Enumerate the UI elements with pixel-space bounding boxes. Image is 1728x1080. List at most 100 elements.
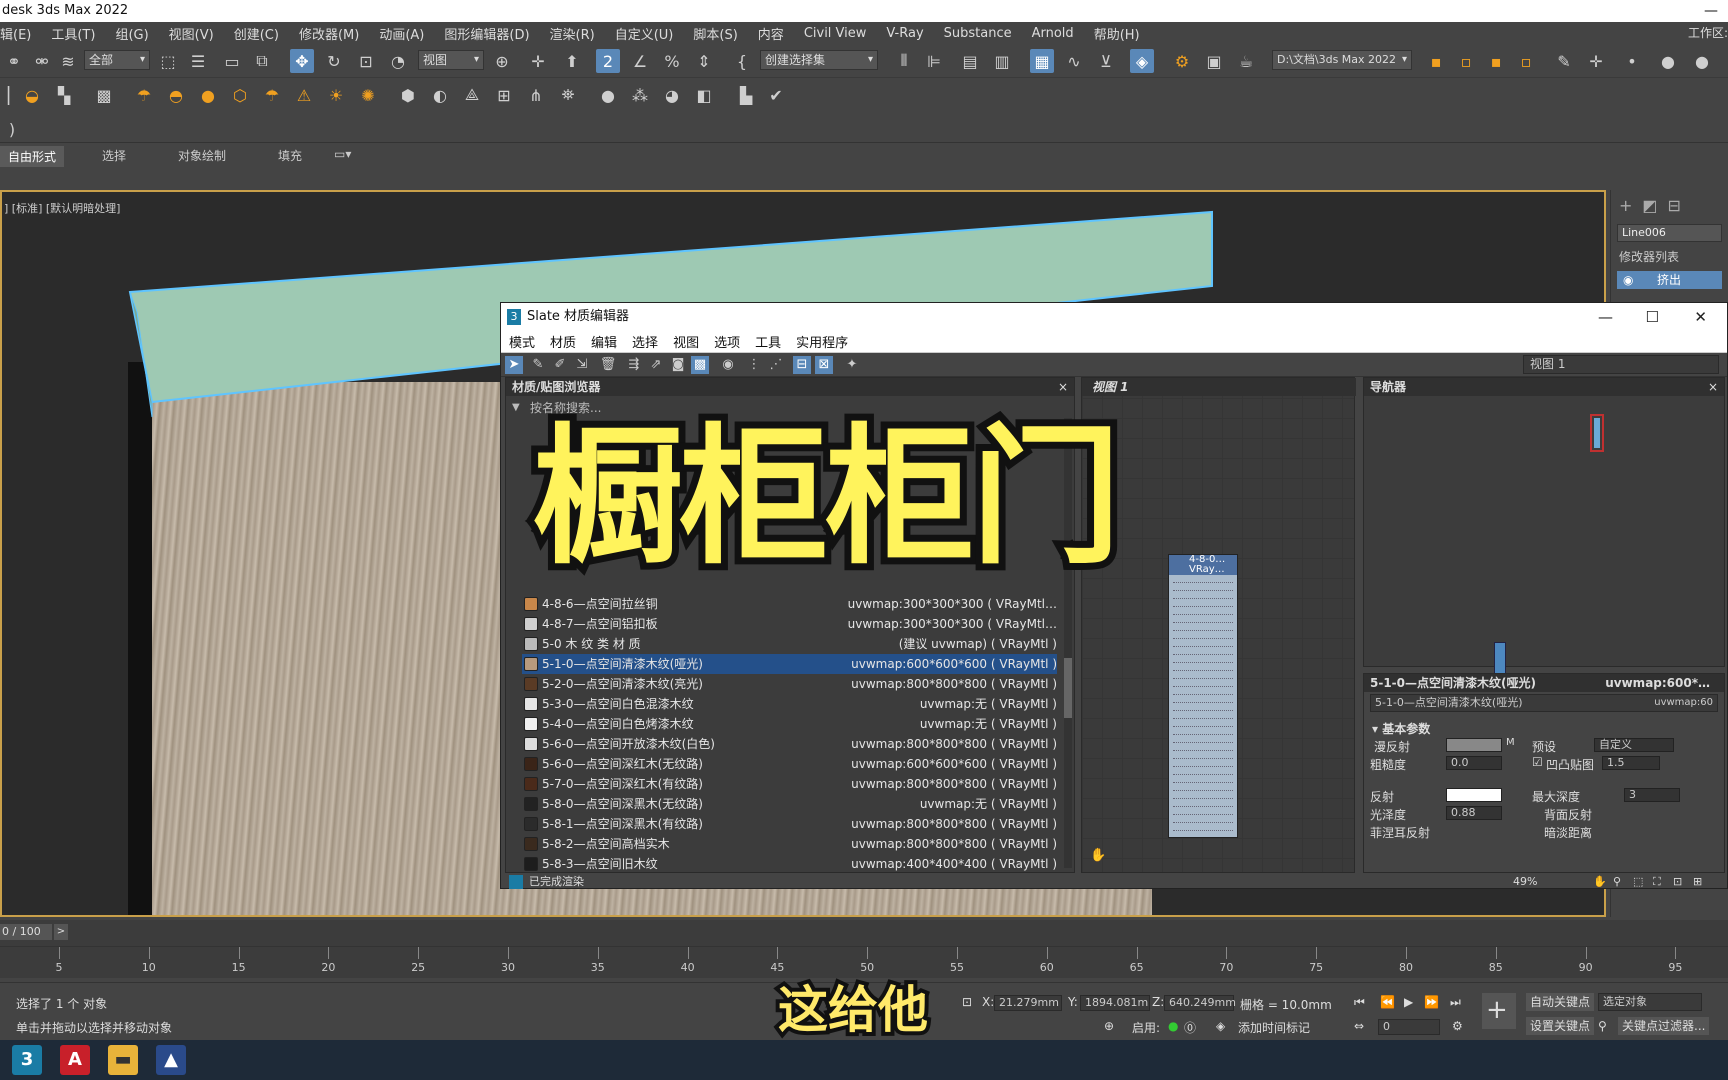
node-slot[interactable]: [1173, 624, 1233, 631]
select-rotate-icon[interactable]: ↻: [322, 49, 346, 73]
slate-menu-view[interactable]: 视图: [673, 332, 699, 351]
menu-views[interactable]: 视图(V): [169, 24, 214, 43]
fur-sphere-icon[interactable]: ◐: [428, 83, 452, 107]
multi-material-icon[interactable]: ⁂: [628, 83, 652, 107]
menu-vray[interactable]: V-Ray: [886, 26, 923, 41]
node-slot[interactable]: [1173, 600, 1233, 607]
material-row[interactable]: 5-8-1—点空间深黑木(有纹路) uvwmap:800*800*800 ( VR…: [522, 814, 1057, 834]
time-tag-icon[interactable]: ◈: [1216, 1019, 1225, 1033]
film-icon[interactable]: ▩: [92, 83, 116, 107]
slate-menu-modes[interactable]: 模式: [509, 332, 535, 351]
ribbon-tab-selection[interactable]: 选择: [102, 147, 126, 164]
time-next-icon[interactable]: >: [54, 924, 68, 940]
node-slot[interactable]: [1173, 680, 1233, 687]
goto-end-icon[interactable]: ⏭: [1450, 995, 1461, 1010]
link-icon[interactable]: ⚭: [2, 49, 26, 73]
play-icon[interactable]: ▶: [1404, 995, 1413, 1009]
material-row[interactable]: 5-6-0—点空间深红木(无纹路) uvwmap:600*600*600 ( VR…: [522, 754, 1057, 774]
material-row[interactable]: 5-3-0—点空间白色混漆木纹 uvwmap:无 ( VRayMtl ): [522, 694, 1057, 714]
zoom-icon[interactable]: ⚲: [1613, 875, 1621, 888]
ribbon-options-icon[interactable]: ▭▾: [334, 147, 351, 161]
diffuse-map-icon[interactable]: M: [1506, 737, 1515, 748]
plane-icon[interactable]: ⟁: [460, 83, 484, 107]
menu-graph-editors[interactable]: 图形编辑器(D): [444, 24, 529, 43]
camera-icon[interactable]: ▚: [52, 83, 76, 107]
ribbon-tab-object-paint[interactable]: 对象绘制: [178, 147, 226, 164]
material-row[interactable]: 5-2-0—点空间清漆木纹(亮光) uvwmap:800*800*800 ( VR…: [522, 674, 1057, 694]
node-slot[interactable]: [1173, 800, 1233, 807]
select-by-name-icon[interactable]: ☰: [186, 49, 210, 73]
material-row[interactable]: 5-8-3—点空间旧木纹 uvwmap:400*400*400 ( VRayMtl…: [522, 854, 1057, 872]
teapot-icon[interactable]: ◒: [20, 83, 44, 107]
project-save-icon[interactable]: ▫: [1514, 49, 1538, 73]
slate-menu-utilities[interactable]: 实用程序: [796, 332, 848, 351]
slate-params-toggle-icon[interactable]: ⊠: [815, 356, 833, 374]
menu-arnold[interactable]: Arnold: [1032, 26, 1074, 41]
key-mode-icon[interactable]: ⇔: [1354, 1019, 1364, 1033]
material-row[interactable]: 5-6-0—点空间开放漆木纹(白色) uvwmap:800*800*800 ( V…: [522, 734, 1057, 754]
node-slot[interactable]: [1173, 584, 1233, 591]
material-row[interactable]: 4-8-6—点空间拉丝铜 uvwmap:300*300*300 ( VRayMtl…: [522, 594, 1057, 614]
node-slot[interactable]: [1173, 632, 1233, 639]
material-row[interactable]: 4-8-7—点空间铝扣板 uvwmap:300*300*300 ( VRayMtl…: [522, 614, 1057, 634]
key-filters-button[interactable]: 关键点过滤器...: [1618, 1017, 1710, 1035]
slate-menu-material[interactable]: 材质: [550, 332, 576, 351]
roughness-spinner[interactable]: 0.0: [1446, 756, 1502, 770]
node-slot[interactable]: [1173, 720, 1233, 727]
slate-layout-icon[interactable]: ⋮: [745, 356, 763, 374]
node-slot[interactable]: [1173, 576, 1233, 583]
node-slot[interactable]: [1173, 608, 1233, 615]
paren-icon[interactable]: ): [0, 117, 24, 141]
zoom-selected-icon[interactable]: ⊡: [1673, 875, 1682, 888]
node-slot[interactable]: [1173, 824, 1233, 831]
basic-params-rollout[interactable]: ▾ 基本参数: [1372, 720, 1716, 737]
ies-light-icon[interactable]: ☂: [260, 83, 284, 107]
fresnel-label[interactable]: 菲涅耳反射: [1370, 824, 1430, 841]
node-slot[interactable]: [1173, 784, 1233, 791]
menu-edit[interactable]: 辑(E): [0, 24, 31, 43]
curve-editor-icon[interactable]: ∿: [1062, 49, 1086, 73]
slate-select-icon[interactable]: ➤: [505, 356, 523, 374]
project-folder-icon[interactable]: ▪: [1424, 49, 1448, 73]
z-coord-field[interactable]: 640.249mm: [1164, 995, 1236, 1011]
slate-put-icon[interactable]: ✐: [551, 356, 569, 374]
node-slot[interactable]: [1173, 640, 1233, 647]
slate-show-bg-icon[interactable]: ▩: [691, 356, 709, 374]
node-slot[interactable]: [1173, 592, 1233, 599]
node-slot[interactable]: [1173, 792, 1233, 799]
reference-coord-dropdown[interactable]: 视图: [418, 50, 484, 70]
material-sphere-icon[interactable]: ●: [596, 83, 620, 107]
menu-tools[interactable]: 工具(T): [51, 24, 95, 43]
slate-show-map-icon[interactable]: ◙: [669, 356, 687, 374]
node-slot[interactable]: [1173, 696, 1233, 703]
preset-dropdown[interactable]: 自定义: [1594, 738, 1674, 752]
sphere-light-icon[interactable]: ●: [196, 83, 220, 107]
slate-menu-select[interactable]: 选择: [632, 332, 658, 351]
select-move-icon[interactable]: ✥: [290, 49, 314, 73]
eye-icon[interactable]: ◉: [1623, 271, 1633, 289]
minimize-icon[interactable]: —: [1704, 0, 1718, 22]
enable-indicator-icon[interactable]: ●: [1168, 1019, 1178, 1033]
zoom-value[interactable]: 49%: [1513, 875, 1537, 888]
taskbar-photos-icon[interactable]: ▲: [156, 1045, 186, 1075]
mirror-icon[interactable]: ⫴: [892, 49, 916, 73]
diffuse-swatch[interactable]: [1446, 738, 1502, 752]
menu-scripting[interactable]: 脚本(S): [693, 24, 737, 43]
menu-customize[interactable]: 自定义(U): [615, 24, 674, 43]
current-frame-field[interactable]: 0: [1378, 1019, 1440, 1035]
pan-icon[interactable]: ✋: [1593, 875, 1607, 888]
material-row[interactable]: 5-8-0—点空间深黑木(无纹路) uvwmap:无 ( VRayMtl ): [522, 794, 1057, 814]
align-icon[interactable]: ⊫: [922, 49, 946, 73]
hierarchy-tab-icon[interactable]: ⊟: [1668, 196, 1681, 215]
slate-menu-tools[interactable]: 工具: [755, 332, 781, 351]
material-editor-icon[interactable]: ◈: [1130, 49, 1154, 73]
slate-maximize-icon[interactable]: ☐: [1646, 303, 1659, 331]
x-coord-field[interactable]: 21.279mm: [994, 995, 1062, 1011]
material-palette-icon[interactable]: ◕: [660, 83, 684, 107]
angle-snap-icon[interactable]: ∠: [628, 49, 652, 73]
node-slot[interactable]: [1173, 712, 1233, 719]
select-object-icon[interactable]: ⬚: [156, 49, 180, 73]
percent-snap-icon[interactable]: %: [660, 49, 684, 73]
slate-minimize-icon[interactable]: —: [1598, 303, 1613, 331]
named-selection-dropdown[interactable]: 创建选择集: [760, 50, 878, 70]
